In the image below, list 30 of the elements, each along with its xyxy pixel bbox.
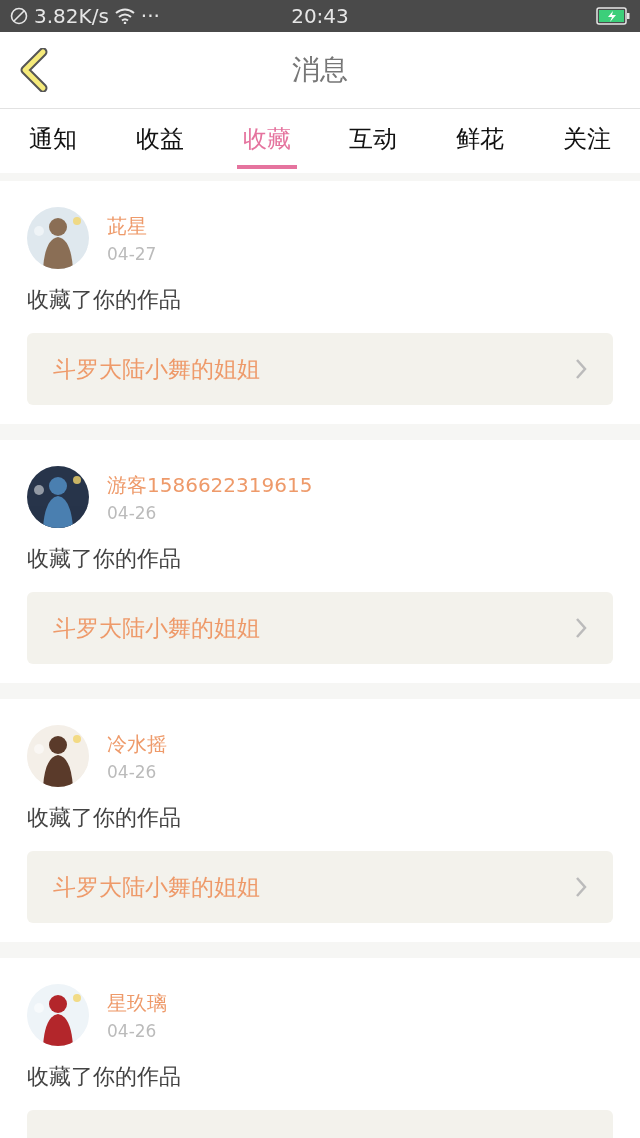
no-sim-icon [10,7,28,25]
tab[interactable]: 收藏 [236,113,297,169]
message-date: 04-27 [107,243,157,264]
user-name[interactable]: 游客1586622319615 [107,471,313,499]
work-link[interactable]: 斗罗大陆小舞的姐姐 [27,851,613,923]
message-text: 收藏了你的作品 [27,286,182,314]
user-name[interactable]: 茈星 [107,212,157,240]
work-link[interactable]: 斗罗大陆小舞的姐姐 [27,592,613,664]
chevron-right-icon [575,876,587,898]
tab[interactable]: 收益 [130,113,190,169]
user-name[interactable]: 星玖璃 [107,989,167,1017]
tab[interactable]: 鲜花 [449,113,510,169]
tab[interactable]: 互动 [343,113,404,169]
message-date: 04-26 [107,502,158,523]
work-link[interactable]: 斗罗大陆小舞的姐姐 [27,333,613,405]
message-text: 收藏了你的作品 [27,1063,182,1091]
tab[interactable]: 关注 [556,113,617,169]
chevron-right-icon [575,617,587,639]
clock: 20:43 [290,4,350,28]
message-date: 04-26 [107,761,158,782]
more-indicator: ··· [140,4,160,28]
chevron-right-icon [575,358,587,380]
wifi-icon [114,8,135,24]
message-text: 收藏了你的作品 [27,545,182,573]
message-date: 04-26 [107,1020,158,1041]
message-text: 收藏了你的作品 [27,804,182,832]
tab[interactable]: 通知 [23,113,84,169]
page-title: 消息 [292,52,348,88]
network-speed: 3.82K/s [34,4,109,28]
user-name[interactable]: 冷水摇 [107,730,167,758]
